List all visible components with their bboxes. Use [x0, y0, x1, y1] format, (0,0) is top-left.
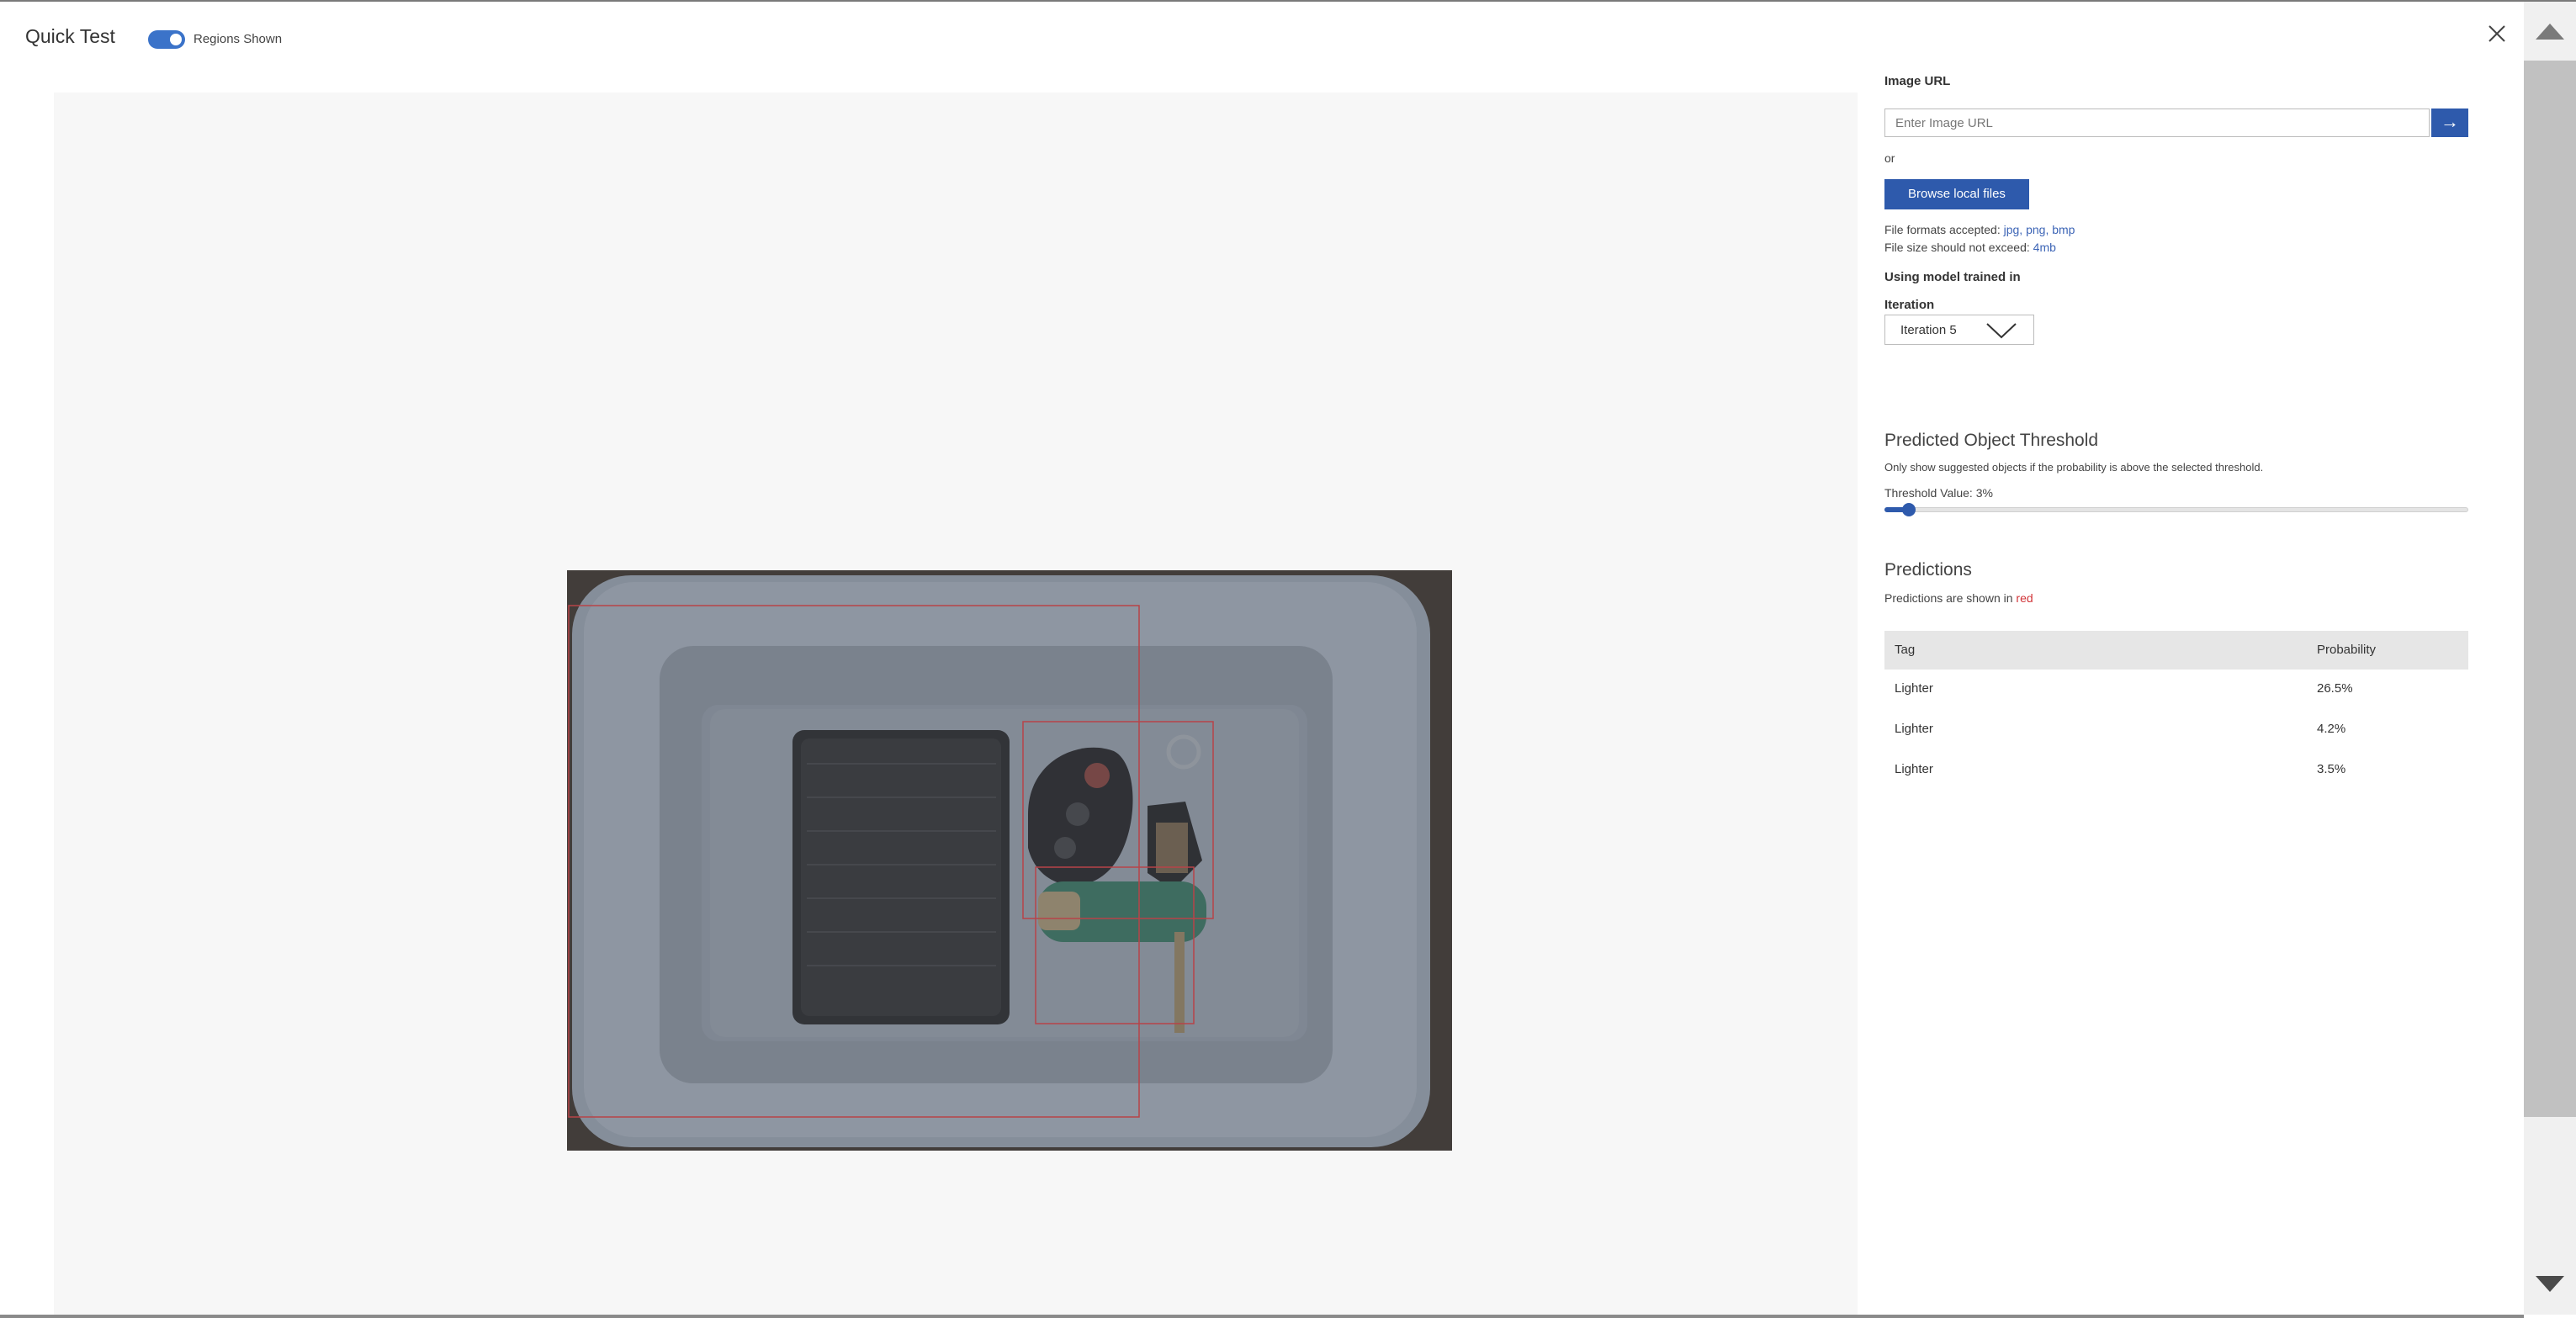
table-row[interactable]: Lighter 3.5% — [1884, 750, 2468, 791]
page-title: Quick Test — [25, 25, 115, 47]
triangle-up-icon[interactable] — [2536, 24, 2564, 40]
close-button[interactable] — [2485, 22, 2509, 45]
threshold-slider-thumb[interactable] — [1901, 503, 1916, 516]
image-url-label: Image URL — [1884, 74, 1951, 88]
file-formats-value: jpg, png, bmp — [2003, 223, 2075, 236]
predictions-title: Predictions — [1884, 560, 1972, 580]
test-image — [567, 570, 1452, 1151]
row-probability: 4.2% — [2317, 722, 2346, 736]
bottom-border — [0, 1315, 2524, 1318]
file-size-label: File size should not exceed: — [1884, 241, 2030, 254]
threshold-value-text: Threshold Value: 3% — [1884, 486, 1993, 500]
browse-local-files-button[interactable]: Browse local files — [1884, 179, 2029, 209]
predictions-color-word: red — [2016, 591, 2033, 605]
toggle-knob — [170, 34, 182, 45]
row-tag: Lighter — [1895, 722, 1933, 736]
probability-column-header: Probability — [2317, 643, 2377, 657]
row-probability: 26.5% — [2317, 681, 2353, 696]
table-header: Tag Probability — [1884, 631, 2468, 670]
image-url-input[interactable] — [1884, 109, 2430, 137]
tag-column-header: Tag — [1895, 643, 1916, 657]
chevron-down-icon — [1986, 323, 2017, 339]
top-border — [0, 0, 2576, 2]
predictions-table: Tag Probability Lighter 26.5% Lighter 4.… — [1884, 631, 2468, 791]
close-icon — [2489, 25, 2505, 42]
file-formats-line: File formats accepted: jpg, png, bmp — [1884, 223, 2075, 236]
file-formats-label: File formats accepted: — [1884, 223, 2001, 236]
scrollbar-thumb[interactable] — [2524, 61, 2576, 1117]
threshold-slider[interactable] — [1884, 507, 2468, 512]
iteration-dropdown[interactable]: Iteration 5 — [1884, 315, 2034, 345]
predictions-description-line: Predictions are shown in red — [1884, 591, 2033, 605]
image-preview-area — [54, 93, 1858, 1318]
arrow-right-icon: → — [2441, 111, 2459, 132]
table-row[interactable]: Lighter 26.5% — [1884, 670, 2468, 710]
threshold-title: Predicted Object Threshold — [1884, 431, 2099, 450]
predictions-description: Predictions are shown in — [1884, 591, 2013, 605]
row-probability: 3.5% — [2317, 762, 2346, 776]
threshold-description: Only show suggested objects if the proba… — [1884, 461, 2264, 474]
file-size-line: File size should not exceed: 4mb — [1884, 241, 2056, 254]
iteration-label: Iteration — [1884, 298, 1935, 312]
regions-toggle[interactable] — [148, 30, 185, 49]
table-row[interactable]: Lighter 4.2% — [1884, 710, 2468, 750]
or-text: or — [1884, 151, 1895, 165]
submit-url-button[interactable]: → — [2431, 109, 2468, 137]
triangle-down-icon[interactable] — [2536, 1276, 2564, 1292]
row-tag: Lighter — [1895, 762, 1933, 776]
iteration-selected: Iteration 5 — [1900, 323, 1957, 337]
row-tag: Lighter — [1895, 681, 1933, 696]
file-size-value: 4mb — [2033, 241, 2056, 254]
model-label: Using model trained in — [1884, 270, 2021, 284]
regions-toggle-label: Regions Shown — [193, 32, 283, 46]
